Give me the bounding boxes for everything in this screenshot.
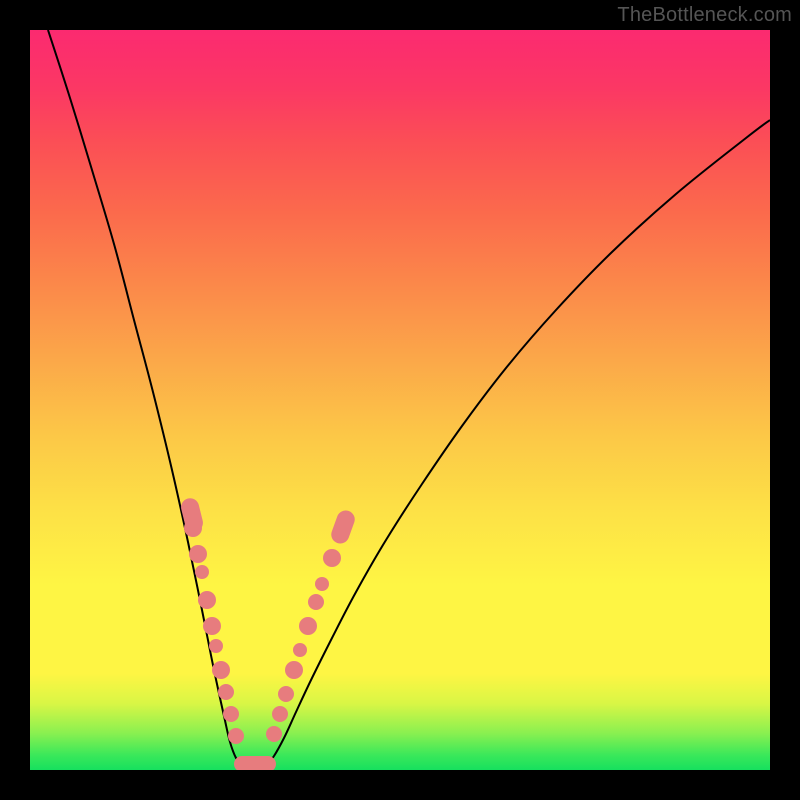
marker-dot [334,524,350,540]
marker-dot [189,545,207,563]
marker-dot [223,706,239,722]
left-branch-curve [48,30,242,766]
marker-dot [195,565,209,579]
marker-dot [308,594,324,610]
marker-dot [299,617,317,635]
marker-dot [218,684,234,700]
marker-dot [285,661,303,679]
left-top-pill [179,496,205,533]
marker-dot [209,639,223,653]
marker-dot [278,686,294,702]
marker-dot [315,577,329,591]
marker-dot [184,519,202,537]
marker-dot [293,643,307,657]
marker-dot [212,661,230,679]
marker-dot [272,706,288,722]
valley-pill [234,756,276,770]
watermark-text: TheBottleneck.com [617,4,792,27]
marker-dot [228,728,244,744]
marker-dot [198,591,216,609]
plot-area [30,30,770,770]
marker-dot [203,617,221,635]
right-top-pill [329,508,358,546]
curve-layer [30,30,770,770]
chart-frame: TheBottleneck.com [0,0,800,800]
marker-dot [266,726,282,742]
data-markers [179,496,357,770]
right-branch-curve [266,120,770,766]
marker-dot [323,549,341,567]
